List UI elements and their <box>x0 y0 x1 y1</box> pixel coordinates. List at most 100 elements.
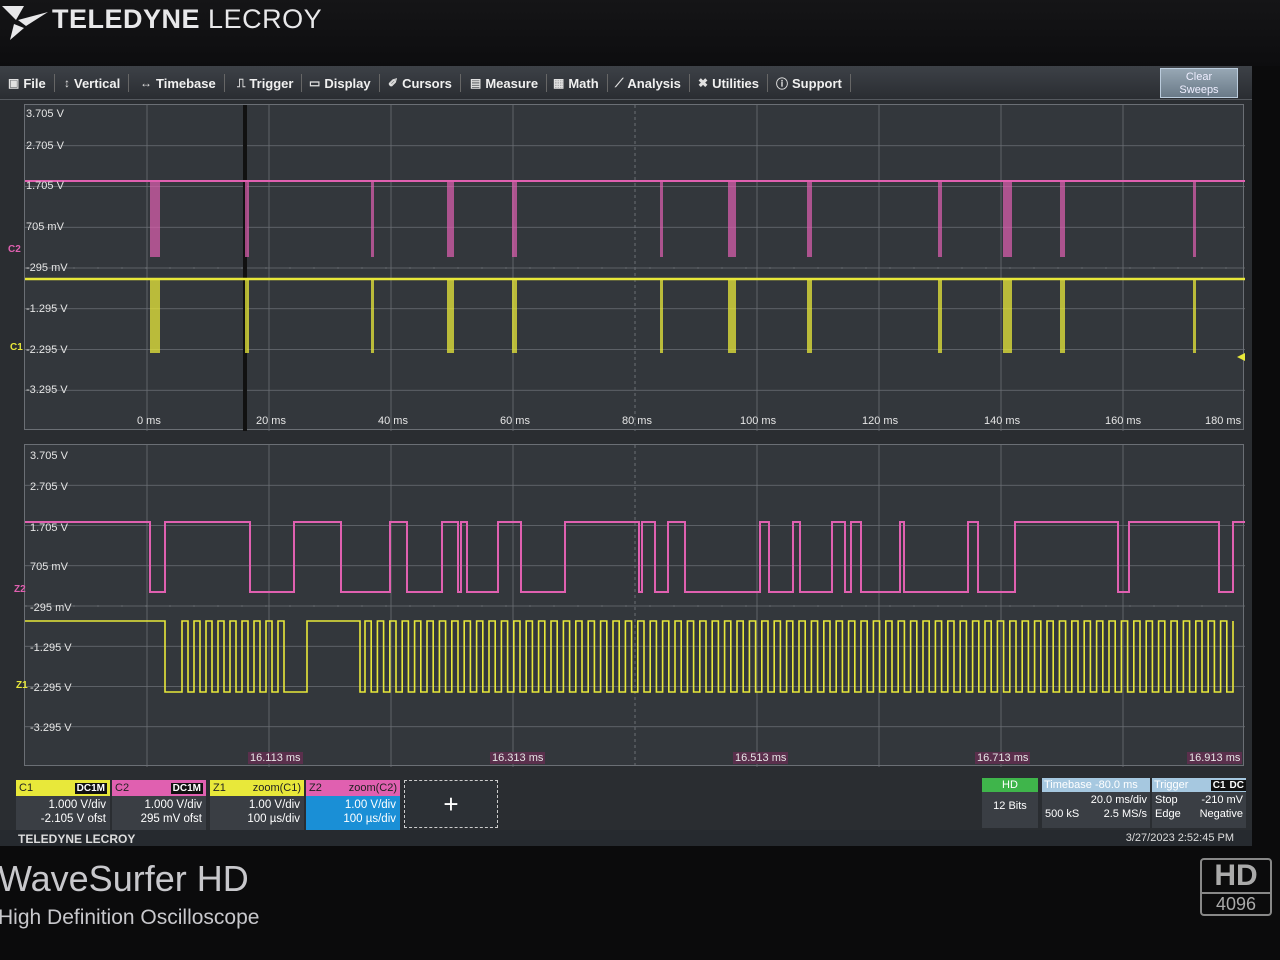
menu-label: Utilities <box>712 75 760 91</box>
trigger-level: -210 mV <box>1201 794 1243 806</box>
menu-label: File <box>23 75 46 91</box>
zoom-volt-label: -295 mV <box>30 602 72 614</box>
menu-math[interactable]: ▦ Math <box>553 74 608 92</box>
menu-utilities[interactable]: ✖ Utilities <box>698 74 769 92</box>
timebase-sample-rate: 2.5 MS/s <box>1103 808 1147 820</box>
menu-vertical[interactable]: ↕ Vertical <box>64 74 130 92</box>
c1-pulse <box>938 279 942 353</box>
menu-label: Trigger <box>249 75 294 91</box>
timebase-samples: 500 kS <box>1045 808 1080 820</box>
trigger-mode: Stop <box>1155 794 1178 806</box>
vertical-icon: ↕ <box>64 76 70 90</box>
top-time-label: 80 ms <box>622 415 652 427</box>
menu-label: Timebase <box>156 75 216 91</box>
c2-pulse <box>728 181 736 257</box>
c1-offset-marker[interactable]: C1 <box>10 342 23 353</box>
descriptor-c1[interactable]: C1 DC1M 1.000 V/div -2.105 V ofst <box>16 780 110 830</box>
top-volt-label: 2.705 V <box>26 140 64 152</box>
menu-measure[interactable]: ▤ Measure <box>470 74 548 92</box>
trigger-coupling: DC <box>1227 780 1246 791</box>
c1-pulse <box>660 279 663 353</box>
top-time-label: 100 ms <box>740 415 777 427</box>
teledyne-logo-icon <box>2 6 48 40</box>
c1-pulse <box>371 279 374 353</box>
c1-pulse <box>1193 279 1196 353</box>
add-channel-button[interactable]: + <box>404 780 498 828</box>
menu-label: Support <box>792 75 842 91</box>
descriptor-z1[interactable]: Z1 zoom(C1) 1.00 V/div 100 µs/div <box>210 780 304 830</box>
descriptor-name: C2 <box>115 782 130 794</box>
menu-label: Analysis <box>627 75 681 91</box>
menu-label: Vertical <box>74 75 121 91</box>
zoom-volt-label: 3.705 V <box>30 450 68 462</box>
descriptor-scale: 1.000 V/div <box>48 799 106 811</box>
menu-support[interactable]: ⓘ Support <box>776 74 851 92</box>
trigger-descriptor[interactable]: Trigger C1 DC Stop -210 mV Edge Negative <box>1152 778 1246 828</box>
menu-analysis[interactable]: ⟋ Analysis <box>615 74 690 92</box>
menu-timebase[interactable]: ↔ Timebase <box>140 74 225 92</box>
c2-pulse <box>245 181 249 257</box>
top-time-label: 40 ms <box>378 415 408 427</box>
top-time-label: 140 ms <box>984 415 1021 427</box>
descriptor-z2[interactable]: Z2 zoom(C2) 1.00 V/div 100 µs/div <box>306 780 400 830</box>
hd-bits: 12 Bits <box>982 792 1038 828</box>
graticule <box>25 445 1245 767</box>
top-time-label: 20 ms <box>256 415 286 427</box>
top-time-label: 120 ms <box>862 415 899 427</box>
bezel-top: TELEDYNE LECROY <box>0 0 1280 66</box>
hd-descriptor[interactable]: HD 12 Bits <box>982 778 1038 828</box>
menu-file[interactable]: ▣ File <box>8 74 55 92</box>
descriptor-offset: 295 mV ofst <box>140 813 202 825</box>
c2-pulse <box>807 181 812 257</box>
descriptor-coupling: zoom(C1) <box>252 782 301 794</box>
zoom-time-label: 16.913 ms <box>1187 752 1243 764</box>
cursors-icon: ✐ <box>388 76 399 90</box>
folder-icon: ▣ <box>8 76 20 90</box>
menu-trigger[interactable]: ⎍ Trigger <box>237 74 303 92</box>
main-waveform-plot <box>25 105 1245 431</box>
c2-pulse <box>150 181 160 257</box>
z1-offset-marker[interactable]: Z1 <box>16 680 28 691</box>
measure-icon: ▤ <box>470 76 482 90</box>
zoom-time-label: 16.513 ms <box>733 752 789 764</box>
descriptor-c2[interactable]: C2 DC1M 1.000 V/div 295 mV ofst <box>112 780 206 830</box>
descriptor-scale: 1.000 V/div <box>144 799 202 811</box>
hd-4096-emblem: HD 4096 <box>1200 858 1272 916</box>
menu-label: Display <box>324 75 371 91</box>
c2-pulse <box>1060 181 1065 257</box>
zoom-volt-label: -3.295 V <box>30 722 72 734</box>
c2-pulse <box>660 181 663 257</box>
c1-pulse <box>245 279 249 353</box>
top-volt-label: 705 mV <box>26 221 64 233</box>
z2-trace <box>25 521 1245 593</box>
timebase-descriptor[interactable]: Timebase -80.0 ms 20.0 ms/div 500 kS 2.5… <box>1042 778 1150 828</box>
c1-pulse <box>512 279 517 353</box>
z2-offset-marker[interactable]: Z2 <box>14 584 26 595</box>
descriptor-offset: 100 µs/div <box>343 813 396 825</box>
c1-pulse <box>1060 279 1065 353</box>
c2-pulse <box>938 181 942 257</box>
descriptor-scale: 1.00 V/div <box>248 799 300 811</box>
c2-pulse <box>512 181 517 257</box>
descriptor-name: C1 <box>19 782 34 794</box>
main-waveform-grid[interactable] <box>24 104 1245 431</box>
c1-pulse <box>1003 279 1012 353</box>
c1-pulse <box>728 279 736 353</box>
menu-label: Math <box>568 75 599 91</box>
clear-sweeps-button[interactable]: Clear Sweeps <box>1160 68 1238 98</box>
descriptor-coupling: zoom(C2) <box>348 782 397 794</box>
info-icon: ⓘ <box>776 76 789 91</box>
descriptor-scale: 1.00 V/div <box>344 799 396 811</box>
zoom-waveform-grid[interactable] <box>24 444 1245 767</box>
c2-pulse <box>371 181 374 257</box>
descriptor-offset: -2.105 V ofst <box>40 813 106 825</box>
timebase-header: Timebase -80.0 ms <box>1042 778 1150 792</box>
zoom-volt-label: 705 mV <box>30 561 68 573</box>
menu-cursors[interactable]: ✐ Cursors <box>388 74 461 92</box>
descriptor-name: Z2 <box>309 782 322 794</box>
top-time-label: 180 ms <box>1205 415 1242 427</box>
menu-display[interactable]: ▭ Display <box>309 74 380 92</box>
top-volt-label: 3.705 V <box>26 108 64 120</box>
c2-offset-marker[interactable]: C2 <box>8 244 21 255</box>
c2-pulse <box>1193 181 1196 257</box>
